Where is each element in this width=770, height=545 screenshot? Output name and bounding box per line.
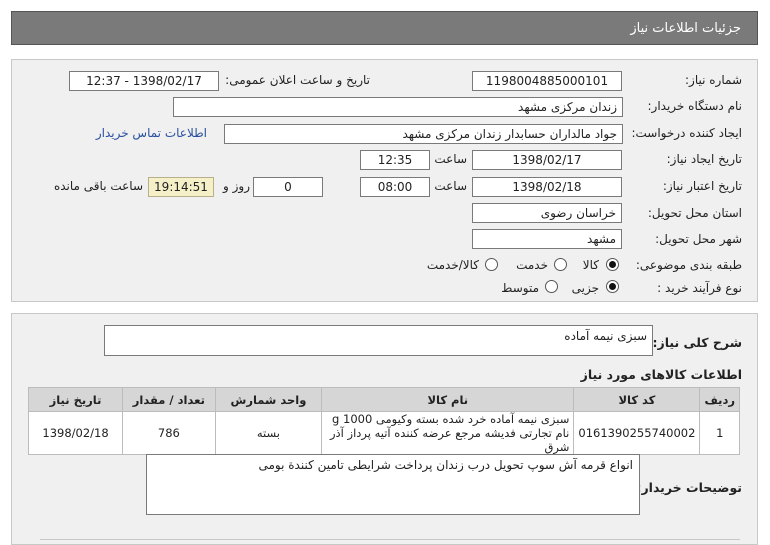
need-details-page: جزئیات اطلاعات نیاز شماره نیاز: 11980048… [0,0,770,545]
category-label: طبقه بندی موضوعی: [635,258,742,272]
items-table: ردیف کد کالا نام کالا واحد شمارش تعداد /… [27,387,740,455]
bottom-divider [40,539,740,545]
city-field: مشهد [472,229,622,249]
col-code: کد کالا [573,387,701,412]
category-service-label: خدمت [516,258,548,272]
created-date-label: تاریخ ایجاد نیاز: [666,152,742,166]
cell-name: سبزی نیمه آماده خرد شده بسته وکیومی 1000… [321,411,575,455]
remaining-days-field: 0 [253,177,323,197]
need-number-field: 1198004885000101 [472,71,622,91]
buyer-org-field: زندان مرکزی مشهد [173,97,623,117]
creator-field: جواد مالداران حسابدار زندان مرکزی مشهد [224,124,623,144]
province-label: استان محل تحویل: [647,206,742,220]
remaining-time-label: ساعت باقی مانده [53,179,143,193]
category-goods-radio[interactable] [606,258,619,271]
created-time-label: ساعت [434,152,467,166]
col-unit: واحد شمارش [214,387,323,412]
province-field: خراسان رضوی [472,203,622,223]
col-date: تاریخ نیاز [27,387,124,412]
items-table-header: ردیف کد کالا نام کالا واحد شمارش تعداد /… [27,387,740,412]
summary-label: شرح کلی نیاز: [652,335,742,350]
page-title: جزئیات اطلاعات نیاز [11,11,758,45]
table-row: 1 0161390255740002 سبزی نیمه آماده خرد ش… [27,411,740,455]
announce-datetime-field: 1398/02/17 - 12:37 [69,71,219,91]
validity-date-field: 1398/02/18 [472,177,622,197]
category-goods-service-label: کالا/خدمت [426,258,479,272]
process-medium-label: متوسط [501,281,539,295]
category-goods-label: کالا [582,258,599,272]
col-qty: تعداد / مقدار [122,387,216,412]
items-section-title: اطلاعات کالاهای مورد نیاز [580,367,742,382]
created-time-field: 12:35 [360,150,430,170]
category-goods-service-radio[interactable] [485,258,498,271]
cell-unit: بسته [214,411,323,455]
summary-field: سبزی نیمه آماده [104,325,653,356]
buyer-org-label: نام دستگاه خریدار: [647,99,743,113]
cell-row: 1 [699,411,740,455]
remaining-time-field: 19:14:51 [148,177,214,197]
col-row: ردیف [699,387,740,412]
cell-date: 1398/02/18 [27,411,124,455]
process-small-label: جزیی [571,281,599,295]
buyer-notes-label: توضیحات خریدار: [636,480,742,495]
col-name: نام کالا [321,387,575,412]
city-label: شهر محل تحویل: [655,232,742,246]
cell-code: 0161390255740002 [573,411,701,455]
process-type-label: نوع فرآیند خرید : [657,281,742,295]
category-service-radio[interactable] [554,258,567,271]
days-label: روز و [223,179,250,193]
cell-qty: 786 [122,411,216,455]
announce-datetime-label: تاریخ و ساعت اعلان عمومی: [225,73,370,87]
created-date-field: 1398/02/17 [472,150,622,170]
validity-time-field: 08:00 [360,177,430,197]
validity-time-label: ساعت [434,179,467,193]
creator-label: ایجاد کننده درخواست: [631,126,742,140]
validity-date-label: تاریخ اعتبار نیاز: [662,179,742,193]
buyer-contact-link[interactable]: اطلاعات تماس خریدار [96,126,207,140]
process-medium-radio[interactable] [545,280,558,293]
process-small-radio[interactable] [606,280,619,293]
buyer-notes-field: انواع قرمه آش سوپ تحویل درب زندان پرداخت… [146,454,640,515]
need-number-label: شماره نیاز: [685,73,742,87]
